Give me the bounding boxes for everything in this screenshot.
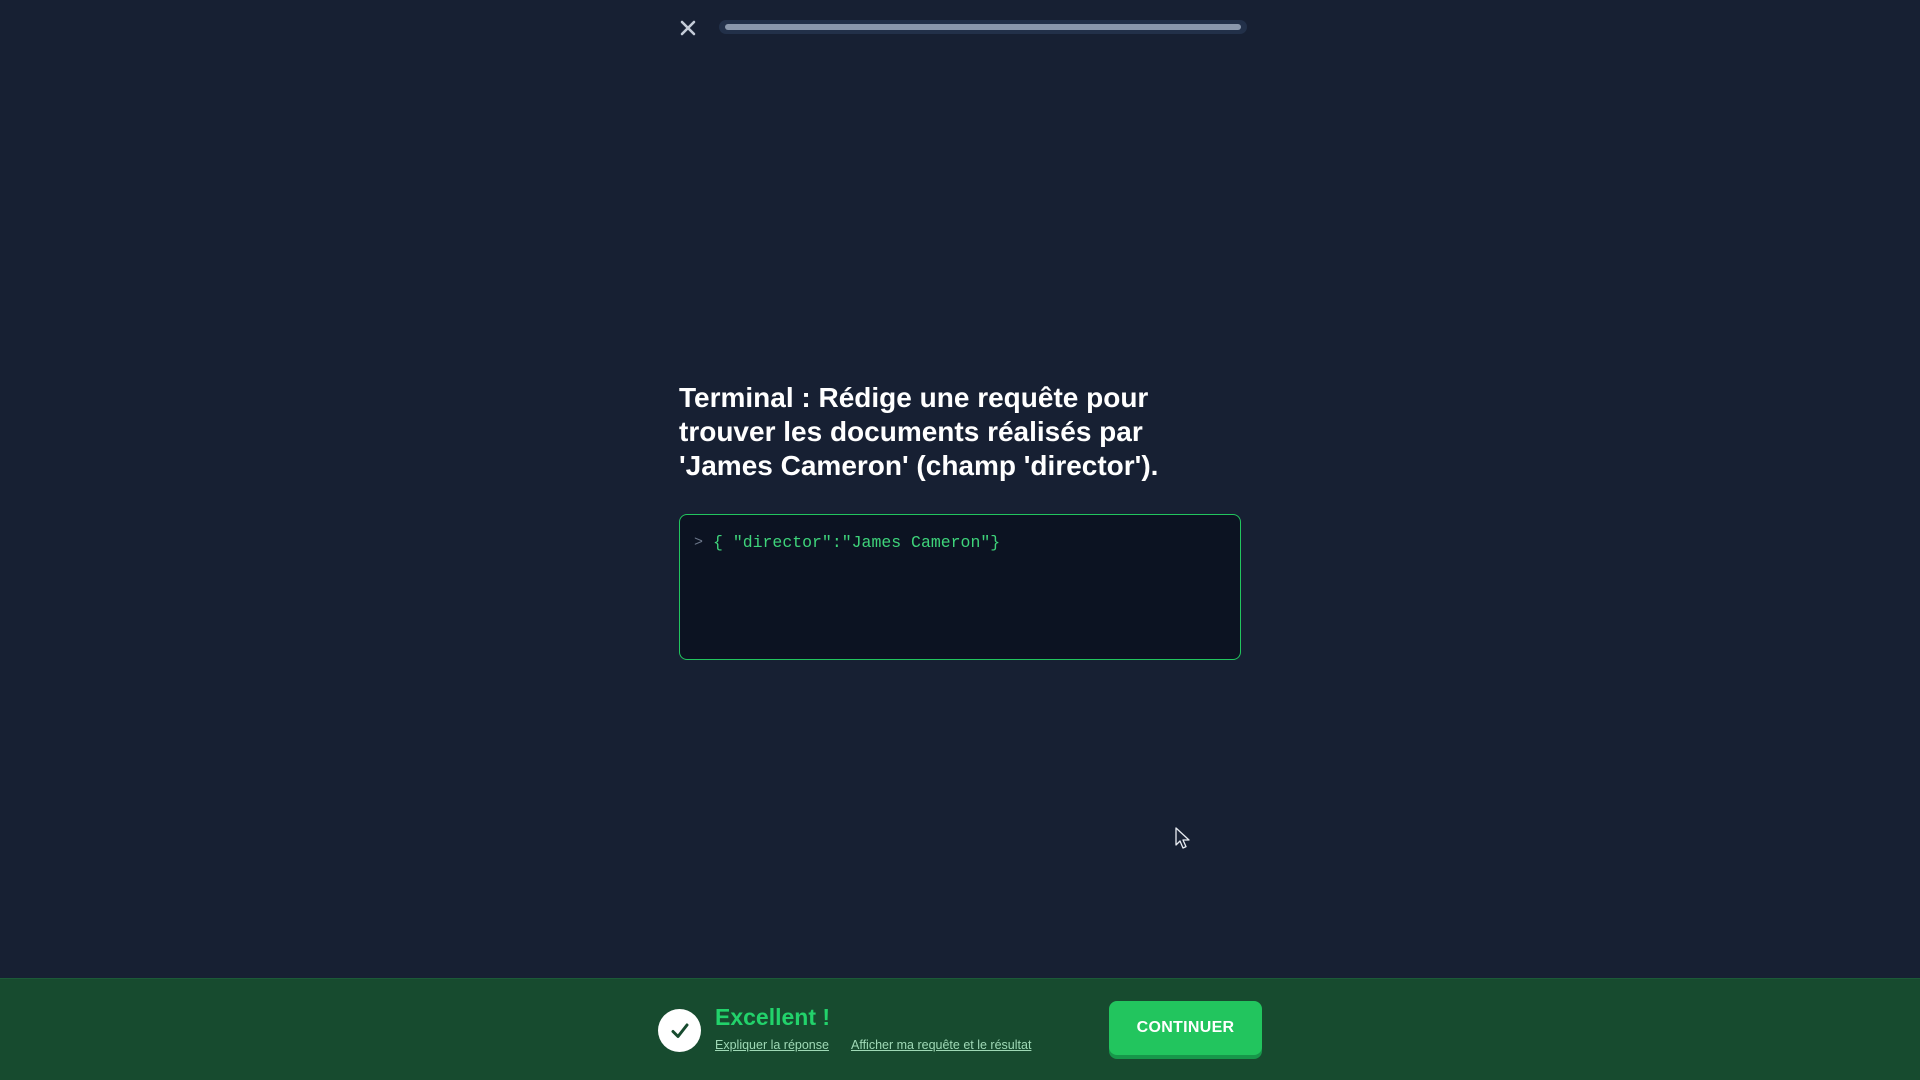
- question-text: Terminal : Rédige une requête pour trouv…: [679, 382, 1159, 481]
- continue-button[interactable]: CONTINUER: [1109, 1001, 1262, 1055]
- explain-answer-link[interactable]: Expliquer la réponse: [715, 1038, 829, 1052]
- show-query-result-link[interactable]: Afficher ma requête et le résultat: [851, 1038, 1031, 1052]
- close-button[interactable]: [674, 14, 702, 42]
- check-icon: [671, 1023, 688, 1038]
- feedback-banner: Excellent ! Expliquer la réponse Affiche…: [0, 978, 1920, 1080]
- exercise-page: Terminal : Rédige une requête pour trouv…: [0, 0, 1920, 1080]
- terminal-prompt: >: [694, 534, 704, 551]
- success-badge: [658, 1009, 701, 1052]
- close-icon: [680, 20, 696, 36]
- terminal-input[interactable]: > { "director":"James Cameron"}: [679, 514, 1241, 660]
- terminal-code: { "director":"James Cameron"}: [713, 533, 1001, 552]
- mouse-cursor-icon: [1175, 827, 1190, 849]
- feedback-title: Excellent !: [715, 1004, 831, 1030]
- progress-fill: [725, 24, 1241, 30]
- progress-bar: [719, 20, 1247, 34]
